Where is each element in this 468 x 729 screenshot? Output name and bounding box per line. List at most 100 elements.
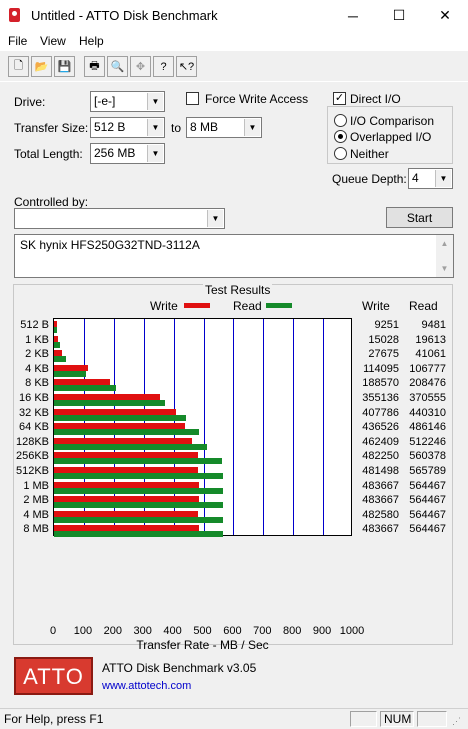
- write-value: 481498: [362, 465, 399, 477]
- description-scrollbar[interactable]: ▲ ▼: [436, 235, 453, 277]
- overlapped-io-radio[interactable]: [334, 130, 347, 143]
- read-bar: [54, 356, 67, 363]
- write-value: 482250: [362, 450, 399, 463]
- scroll-up-icon[interactable]: ▲: [436, 235, 453, 252]
- window-title: Untitled - ATTO Disk Benchmark: [31, 8, 218, 23]
- atto-logo-text: ATTO: [23, 664, 84, 689]
- chevron-down-icon: ▼: [147, 119, 163, 136]
- x-tick-label: 500: [193, 625, 212, 637]
- scroll-down-icon[interactable]: ▼: [436, 260, 453, 277]
- read-bar: [54, 516, 223, 523]
- category-label: 512KB: [15, 465, 49, 477]
- open-folder-icon[interactable]: 📂: [31, 56, 52, 77]
- save-icon[interactable]: 💾: [54, 56, 75, 77]
- transfer-to-select[interactable]: 8 MB ▼: [186, 117, 262, 138]
- write-value: 188570: [362, 377, 399, 390]
- help-icon[interactable]: ?: [153, 56, 174, 77]
- read-value: 565789: [409, 465, 446, 477]
- drive-select[interactable]: [-e-] ▼: [90, 91, 165, 112]
- chevron-down-icon: ▼: [207, 210, 223, 227]
- menu-file[interactable]: File: [8, 34, 27, 48]
- write-value: 483667: [362, 523, 399, 536]
- status-pane-num: NUM: [380, 711, 414, 727]
- atto-logo: ATTO: [14, 657, 93, 695]
- x-tick-label: 900: [312, 625, 332, 637]
- x-tick-label: 400: [163, 625, 182, 637]
- read-bar: [54, 443, 208, 450]
- print-preview-icon[interactable]: 🔍: [107, 56, 128, 77]
- queue-depth-select[interactable]: 4 ▼: [408, 168, 453, 189]
- read-value: 564467: [409, 479, 446, 492]
- read-bar: [54, 502, 223, 509]
- chevron-down-icon: ▼: [435, 170, 451, 187]
- read-bar: [54, 487, 223, 494]
- category-label: 8 KB: [25, 377, 49, 390]
- neither-label: Neither: [350, 147, 389, 161]
- io-comparison-radio[interactable]: [334, 114, 347, 127]
- x-tick-label: 300: [133, 625, 152, 637]
- write-value: 114095: [363, 362, 399, 375]
- website-link[interactable]: www.attotech.com: [102, 680, 191, 692]
- new-file-icon[interactable]: 🗋: [8, 56, 29, 77]
- close-button[interactable]: ✕: [422, 0, 468, 31]
- read-value: 370555: [409, 392, 446, 404]
- print-icon[interactable]: 🖶: [84, 56, 105, 77]
- start-button[interactable]: Start: [386, 207, 453, 228]
- drive-label: Drive:: [14, 95, 46, 109]
- io-comparison-label: I/O Comparison: [350, 114, 435, 128]
- menu-help[interactable]: Help: [79, 34, 104, 48]
- write-value: 27675: [368, 348, 399, 361]
- read-bar: [54, 458, 222, 465]
- read-value: 208476: [409, 377, 446, 390]
- gridline: [263, 319, 265, 535]
- move-icon[interactable]: ✥: [130, 56, 151, 77]
- legend-read-label: Read: [233, 299, 262, 313]
- category-label: 16 KB: [19, 392, 49, 404]
- gridline: [293, 319, 295, 535]
- category-label: 2 KB: [25, 348, 49, 361]
- direct-io-label: Direct I/O: [350, 92, 401, 106]
- category-label: 512 B: [20, 319, 49, 331]
- chart-plot-area: [53, 318, 352, 538]
- overlapped-io-label: Overlapped I/O: [350, 130, 432, 144]
- write-value: 436526: [362, 421, 399, 434]
- transfer-from-select[interactable]: 512 B ▼: [90, 117, 165, 138]
- read-bar: [54, 385, 117, 392]
- menu-bar: [0, 31, 468, 51]
- maximize-button[interactable]: ☐: [376, 0, 422, 31]
- to-label: to: [171, 121, 182, 135]
- column-write-header: Write: [362, 299, 390, 313]
- category-label: 64 KB: [19, 421, 49, 434]
- read-bar: [54, 400, 165, 406]
- x-tick-label: 700: [253, 625, 272, 637]
- direct-io-checkbox[interactable]: ✓: [333, 92, 346, 105]
- context-help-icon[interactable]: ↖?: [176, 56, 197, 77]
- x-tick-label: 100: [73, 625, 93, 637]
- description-textarea[interactable]: SK hynix HFS250G32TND-3112A ▲ ▼: [14, 234, 454, 278]
- read-value: 564467: [409, 508, 446, 521]
- category-label: 32 KB: [19, 406, 49, 419]
- category-label: 256KB: [15, 450, 49, 463]
- total-length-select[interactable]: 256 MB ▼: [90, 143, 165, 164]
- controlled-by-select[interactable]: ▼: [14, 208, 225, 229]
- controlled-by-label: Controlled by:: [14, 195, 89, 209]
- read-value: 560378: [409, 450, 446, 463]
- force-write-label: Force Write Access: [205, 92, 309, 106]
- legend-write-label: Write: [150, 299, 178, 313]
- app-icon: [9, 8, 20, 22]
- read-bar: [54, 473, 224, 479]
- read-value: 512246: [409, 435, 446, 448]
- status-help-text: For Help, press F1: [4, 712, 104, 726]
- minimize-button[interactable]: ─: [330, 0, 376, 31]
- force-write-checkbox[interactable]: [186, 92, 199, 105]
- category-label: 1 KB: [25, 333, 49, 346]
- menu-view[interactable]: View: [40, 34, 66, 48]
- read-value: 41061: [415, 348, 446, 361]
- neither-radio[interactable]: [334, 147, 347, 160]
- write-value: 407786: [362, 406, 399, 419]
- status-pane-scroll: [417, 711, 447, 727]
- read-bar: [54, 341, 60, 348]
- gridline: [233, 319, 235, 535]
- x-tick-label: 0: [49, 625, 57, 637]
- resize-grip-icon[interactable]: ⋰: [452, 716, 461, 727]
